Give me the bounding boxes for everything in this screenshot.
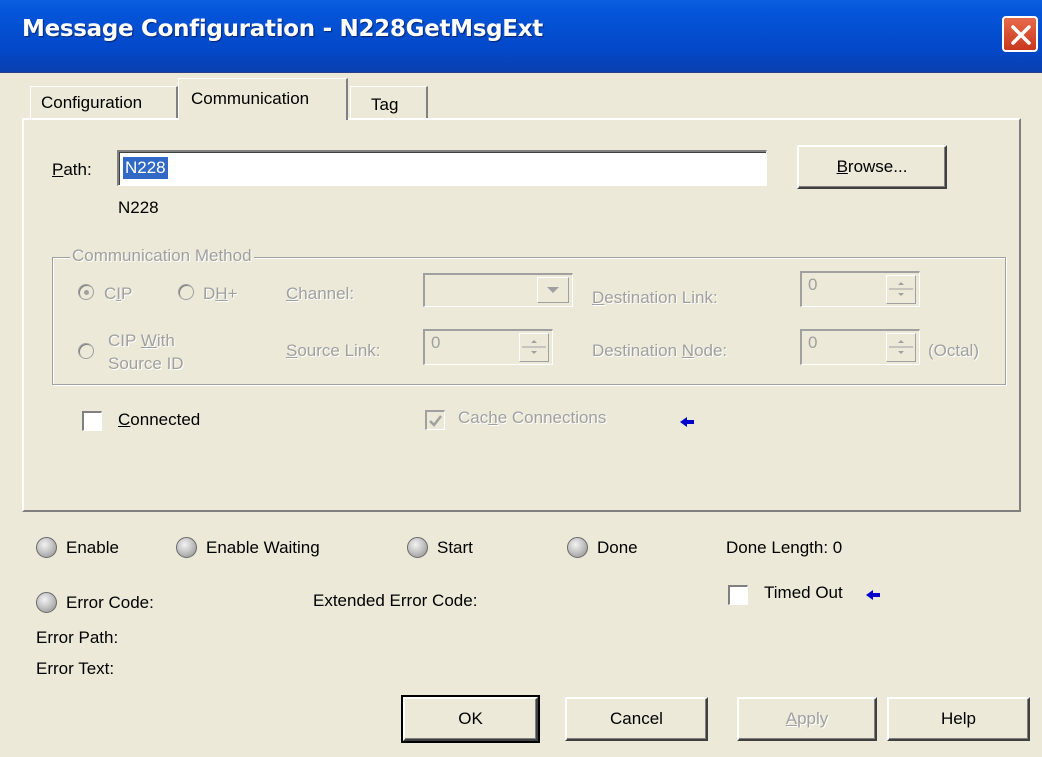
destination-link-label: Destination Link: (592, 288, 718, 307)
channel-label: Channel: (286, 284, 355, 303)
communication-method-label: Communication Method (70, 246, 254, 266)
source-link-input[interactable]: 0 (423, 329, 553, 365)
cip-label: CIP (104, 284, 133, 303)
chevron-down-icon (547, 287, 559, 293)
destination-node-input[interactable]: 0 (800, 329, 920, 365)
apply-button-label: Apply (785, 709, 829, 728)
done-length-label: Done Length: 0 (726, 538, 843, 557)
destination-link-value: 0 (808, 275, 818, 294)
error-code-status-led (36, 592, 57, 613)
enable-waiting-label: Enable Waiting (206, 538, 320, 557)
enable-label: Enable (66, 538, 119, 557)
tab-communication[interactable]: Communication (178, 78, 348, 120)
source-link-label: Source Link: (286, 341, 381, 360)
ok-button[interactable]: OK (401, 695, 540, 743)
tab-configuration-label: Configuration (41, 93, 143, 112)
timed-out-label: Timed Out (764, 583, 843, 602)
cancel-button-label: Cancel (610, 709, 663, 728)
start-label: Start (437, 538, 473, 557)
close-icon (1011, 25, 1031, 45)
help-button-label: Help (941, 709, 976, 728)
destination-node-spinner[interactable] (886, 333, 916, 362)
browse-button-label: Browse... (836, 157, 908, 176)
tab-tag[interactable]: Tag (350, 86, 428, 118)
timed-out-checkbox[interactable] (728, 585, 748, 605)
cancel-button[interactable]: Cancel (565, 697, 708, 741)
ok-button-label: OK (458, 709, 483, 728)
enable-waiting-status-led (176, 537, 197, 558)
tab-tag-label: Tag (371, 95, 399, 114)
resolved-path: N228 (118, 198, 159, 217)
spinner-arrows-icon (889, 282, 913, 296)
left-arrow-icon (866, 590, 880, 600)
done-status-led (567, 537, 588, 558)
error-code-label: Error Code: (66, 593, 154, 612)
close-button[interactable] (1002, 16, 1038, 52)
spinner-arrows-icon (522, 340, 546, 354)
browse-button[interactable]: Browse... (797, 145, 947, 189)
channel-select[interactable] (423, 273, 573, 307)
cip-with-source-id-label-2: Source ID (108, 354, 184, 373)
source-link-spinner[interactable] (519, 333, 549, 362)
destination-link-input[interactable]: 0 (800, 271, 920, 307)
cip-radio[interactable] (78, 284, 94, 300)
extended-error-code-label: Extended Error Code: (313, 591, 478, 610)
left-arrow-icon (680, 417, 694, 427)
path-label: Path: (52, 160, 92, 179)
source-link-value: 0 (431, 333, 441, 352)
cip-with-source-id-label-1: CIP With (108, 331, 175, 350)
channel-dropdown-button[interactable] (537, 277, 569, 303)
error-text-label: Error Text: (36, 659, 115, 678)
spinner-arrows-icon (889, 340, 913, 354)
checkmark-icon (429, 415, 442, 427)
done-label: Done (597, 538, 638, 557)
cache-connections-checkbox[interactable] (425, 410, 445, 430)
connected-checkbox[interactable] (82, 411, 102, 431)
path-input-value: N228 (123, 157, 168, 179)
error-path-label: Error Path: (36, 628, 119, 647)
destination-node-label: Destination Node: (592, 341, 728, 360)
path-input[interactable]: N228 (117, 150, 767, 186)
enable-status-led (36, 537, 57, 558)
cache-connections-label: Cache Connections (458, 408, 607, 427)
cip-with-source-id-radio[interactable] (78, 343, 94, 359)
tab-configuration[interactable]: Configuration (30, 86, 178, 118)
window-title: Message Configuration - N228GetMsgExt (22, 16, 543, 42)
apply-button[interactable]: Apply (737, 697, 877, 741)
dh-plus-radio[interactable] (178, 284, 194, 300)
destination-node-value: 0 (808, 333, 818, 352)
tab-communication-label: Communication (191, 89, 310, 108)
help-button[interactable]: Help (887, 697, 1030, 741)
destination-link-spinner[interactable] (886, 275, 916, 304)
start-status-led (407, 537, 428, 558)
octal-label: (Octal) (928, 341, 979, 360)
dh-plus-label: DH+ (203, 284, 238, 303)
connected-label: Connected (118, 410, 201, 429)
